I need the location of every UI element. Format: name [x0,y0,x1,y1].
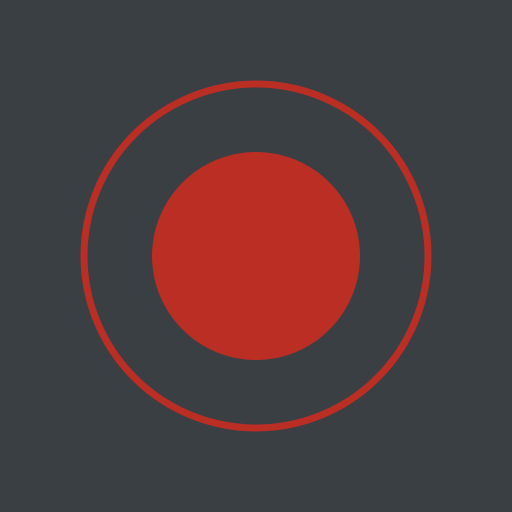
record-icon [80,80,432,432]
record-button[interactable] [0,0,512,512]
record-inner-dot [152,152,360,360]
record-screen [0,0,512,512]
